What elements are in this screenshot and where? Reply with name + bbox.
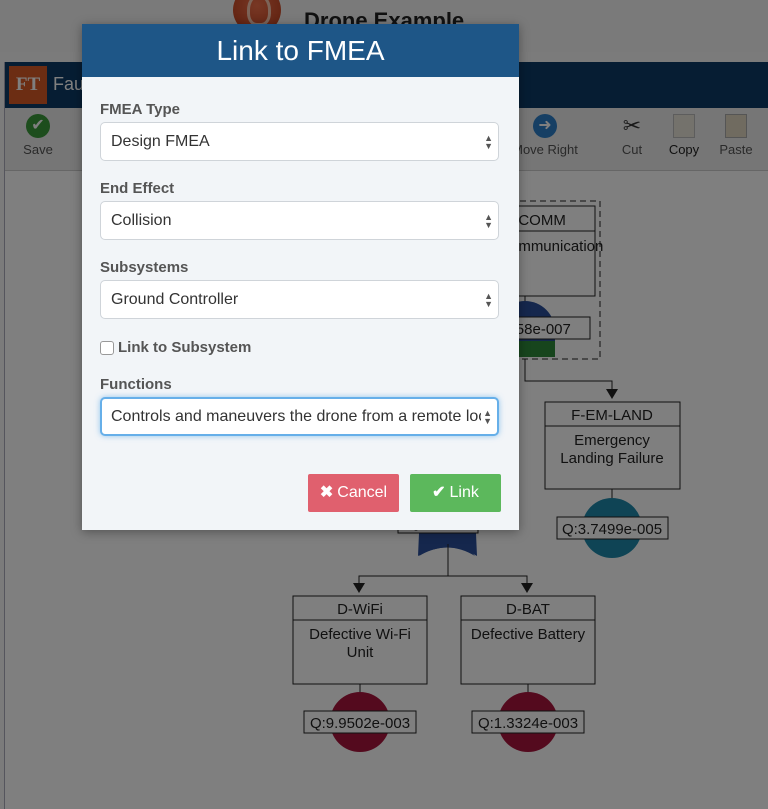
subsystems-label: Subsystems: [100, 259, 189, 276]
fmea-type-label: FMEA Type: [100, 101, 181, 118]
functions-value: Controls and maneuvers the drone from a …: [111, 408, 481, 425]
end-effect-value: Collision: [111, 212, 172, 229]
select-arrows-icon: ▲ ▼: [484, 132, 493, 151]
link-to-subsystem-row[interactable]: Link to Subsystem: [100, 339, 251, 356]
select-arrows-icon: ▲ ▼: [484, 211, 493, 230]
functions-label: Functions: [100, 376, 172, 393]
link-button[interactable]: ✔ Link: [410, 474, 501, 512]
select-arrows-icon: ▲ ▼: [484, 290, 493, 309]
select-arrows-icon: ▲ ▼: [483, 407, 492, 426]
link-to-subsystem-checkbox[interactable]: [100, 340, 114, 355]
cancel-button[interactable]: ✖ Cancel: [308, 474, 399, 512]
subsystems-select[interactable]: Ground Controller ▲ ▼: [100, 280, 499, 319]
close-icon: ✖: [319, 484, 334, 501]
link-to-fmea-dialog: Link to FMEA FMEA Type Design FMEA ▲ ▼ En…: [82, 24, 519, 530]
functions-select[interactable]: Controls and maneuvers the drone from a …: [100, 397, 499, 436]
fmea-type-value: Design FMEA: [111, 133, 210, 150]
fmea-type-select[interactable]: Design FMEA ▲ ▼: [100, 122, 499, 161]
dialog-title: Link to FMEA: [82, 24, 519, 77]
link-label: Link: [449, 484, 479, 501]
end-effect-label: End Effect: [100, 180, 175, 197]
check-icon: ✔: [432, 484, 446, 501]
subsystems-value: Ground Controller: [111, 291, 239, 308]
end-effect-select[interactable]: Collision ▲ ▼: [100, 201, 499, 240]
link-to-subsystem-label: Link to Subsystem: [118, 339, 252, 356]
cancel-label: Cancel: [337, 484, 388, 501]
